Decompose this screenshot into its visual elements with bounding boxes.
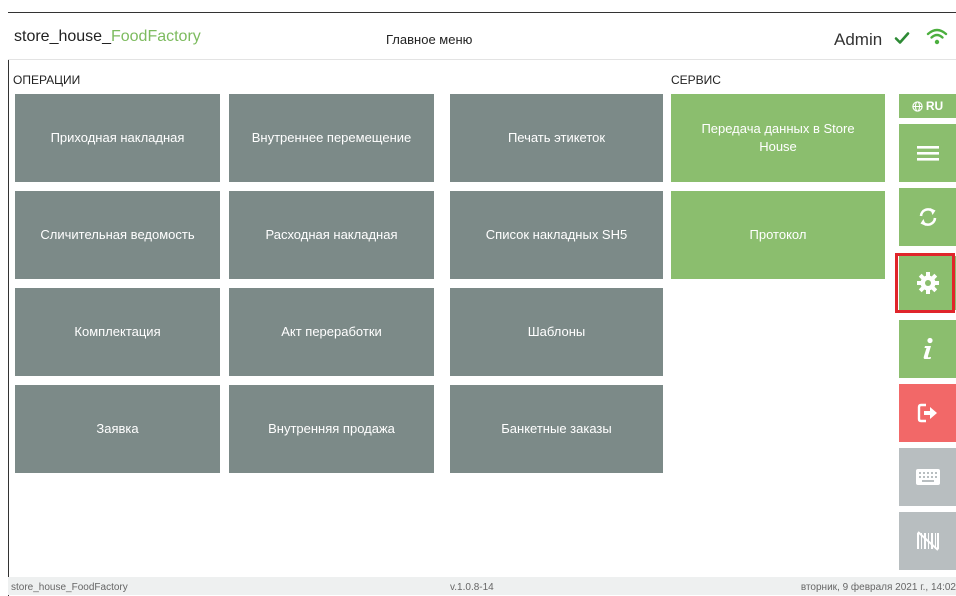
barcode-off-icon <box>916 531 939 551</box>
tile-request[interactable]: Заявка <box>15 385 220 473</box>
tile-print-labels[interactable]: Печать этикеток <box>450 94 663 182</box>
top-bar: store_house_FoodFactory Главное меню Adm… <box>8 13 956 60</box>
footer-datetime: вторник, 9 февраля 2021 г., 14:02 <box>800 582 956 593</box>
tile-invoice-list-sh5[interactable]: Список накладных SH5 <box>450 191 663 279</box>
info-button[interactable] <box>899 320 956 378</box>
keyboard-icon <box>915 469 940 485</box>
logout-button[interactable] <box>899 384 956 442</box>
section-service: СЕРВИС <box>671 73 721 87</box>
footer-app-name: store_house_FoodFactory <box>11 582 128 593</box>
page-title: Главное меню <box>386 32 473 47</box>
wifi-icon <box>926 28 948 45</box>
status-bar: store_house_FoodFactory v.1.0.8-14 вторн… <box>8 577 956 595</box>
barcode-button[interactable] <box>899 512 956 570</box>
tile-banquet-orders[interactable]: Банкетные заказы <box>450 385 663 473</box>
menu-button[interactable] <box>899 124 956 182</box>
tile-incoming-invoice[interactable]: Приходная накладная <box>15 94 220 182</box>
menu-icon <box>916 146 939 161</box>
keyboard-button[interactable] <box>899 448 956 506</box>
sync-button[interactable] <box>899 188 956 246</box>
logout-icon <box>917 403 937 423</box>
check-icon <box>894 32 910 44</box>
footer-version: v.1.0.8-14 <box>450 582 494 593</box>
tile-internal-sale[interactable]: Внутренняя продажа <box>229 385 434 473</box>
language-label: RU <box>925 99 944 113</box>
app-title: store_house_FoodFactory <box>14 28 201 45</box>
tile-assembly[interactable]: Комплектация <box>15 288 220 376</box>
tile-reconciliation-statement[interactable]: Сличительная ведомость <box>15 191 220 279</box>
settings-highlight-frame <box>895 253 955 313</box>
language-button[interactable]: RU <box>899 94 956 118</box>
tile-processing-act[interactable]: Акт переработки <box>229 288 434 376</box>
user-name[interactable]: Admin <box>834 30 882 50</box>
info-icon <box>923 337 933 359</box>
tile-outgoing-invoice[interactable]: Расходная накладная <box>229 191 434 279</box>
tile-protocol[interactable]: Протокол <box>671 191 885 279</box>
tile-internal-transfer[interactable]: Внутреннее перемещение <box>229 94 434 182</box>
section-operations: ОПЕРАЦИИ <box>13 73 81 87</box>
tile-data-transfer[interactable]: Передача данных в Store House <box>671 94 885 182</box>
globe-icon <box>912 100 923 112</box>
tile-templates[interactable]: Шаблоны <box>450 288 663 376</box>
sync-icon <box>919 208 936 226</box>
